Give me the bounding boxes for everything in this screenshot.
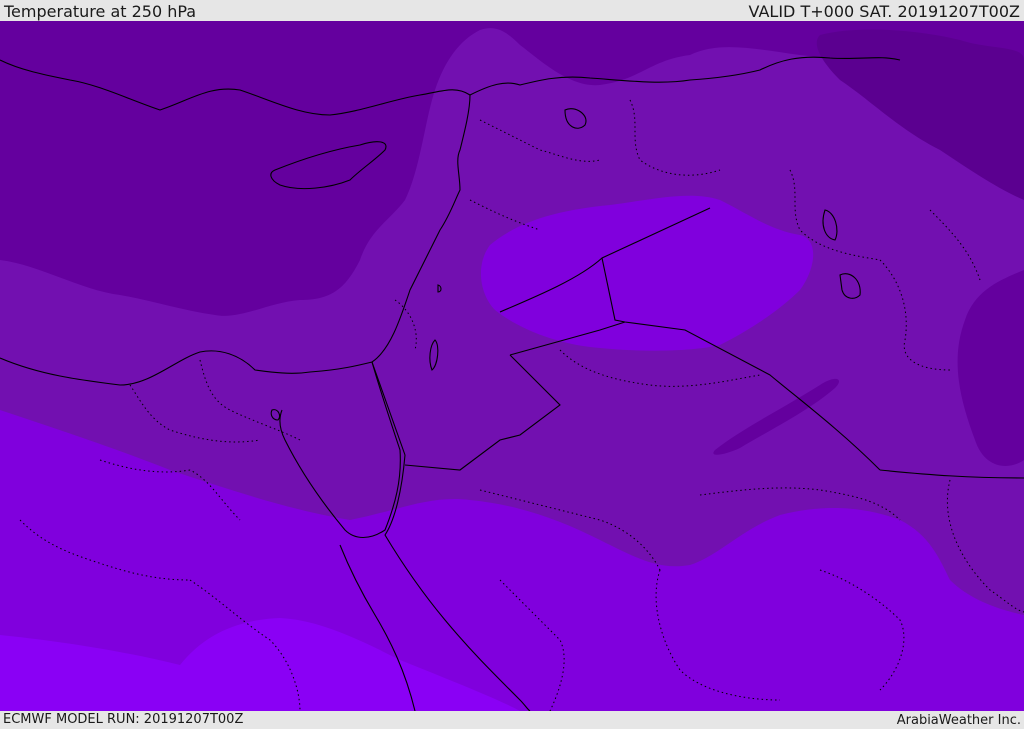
credit-label: ArabiaWeather Inc. (896, 713, 1021, 728)
map-canvas (0, 21, 1024, 711)
model-run-label: ECMWF MODEL RUN: 20191207T00Z (3, 712, 244, 727)
temperature-map (0, 21, 1024, 711)
map-title: Temperature at 250 hPa (4, 2, 197, 21)
footer-bar: ECMWF MODEL RUN: 20191207T00Z ArabiaWeat… (0, 711, 1024, 729)
valid-time: VALID T+000 SAT. 20191207T00Z (748, 2, 1020, 21)
header-bar: Temperature at 250 hPa VALID T+000 SAT. … (0, 0, 1024, 21)
